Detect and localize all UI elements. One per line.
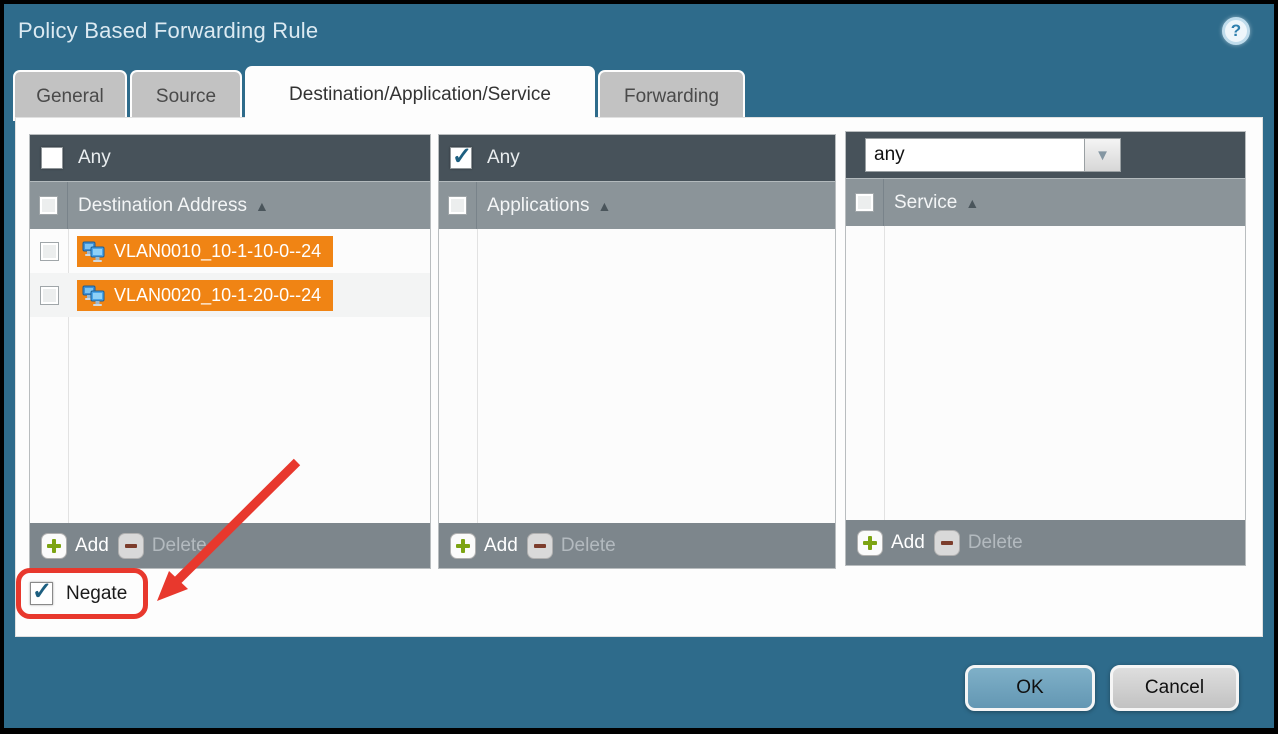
gutter-divider <box>884 226 885 520</box>
gutter-divider <box>477 229 478 523</box>
plus-icon <box>41 533 67 559</box>
negate-checkbox[interactable] <box>30 582 53 605</box>
network-icon <box>82 285 106 306</box>
applications-selectall-checkbox[interactable] <box>448 196 467 215</box>
negate-highlight-annotation: Negate <box>16 568 148 619</box>
service-dropdown[interactable]: any ▼ <box>865 138 1121 172</box>
sort-asc-icon[interactable]: ▲ <box>597 199 611 213</box>
dialog-title: Policy Based Forwarding Rule <box>18 18 318 44</box>
applications-header-row: Applications ▲ <box>439 181 835 229</box>
service-footer: Add Delete <box>846 520 1245 565</box>
tab-destination-application-service[interactable]: Destination/Application/Service <box>245 66 595 121</box>
service-column-header[interactable]: Service <box>894 192 957 214</box>
minus-icon <box>527 533 553 559</box>
help-icon[interactable]: ? <box>1222 17 1250 45</box>
policy-based-forwarding-dialog: Policy Based Forwarding Rule ? General S… <box>4 4 1274 728</box>
applications-list <box>439 229 835 523</box>
destination-list: VLAN0010_10-1-10-0--24 <box>30 229 430 523</box>
applications-any-bar: Any <box>439 135 835 181</box>
destination-address-column: Any Destination Address ▲ <box>29 134 431 569</box>
destination-address-value: VLAN0020_10-1-20-0--24 <box>114 285 321 306</box>
table-row[interactable]: VLAN0020_10-1-20-0--24 <box>30 273 430 317</box>
destination-address-value: VLAN0010_10-1-10-0--24 <box>114 241 321 262</box>
minus-icon <box>934 530 960 556</box>
ok-button[interactable]: OK <box>965 665 1095 711</box>
dropdown-button[interactable]: ▼ <box>1084 138 1121 172</box>
sort-asc-icon[interactable]: ▲ <box>255 199 269 213</box>
applications-any-label: Any <box>487 147 520 169</box>
destination-any-label: Any <box>78 147 111 169</box>
row-checkbox[interactable] <box>40 286 59 305</box>
delete-button[interactable]: Delete <box>934 530 1023 556</box>
delete-button[interactable]: Delete <box>118 533 207 559</box>
plus-icon <box>857 530 883 556</box>
applications-footer: Add Delete <box>439 523 835 568</box>
tab-general[interactable]: General <box>13 70 127 121</box>
service-column: any ▼ Service ▲ <box>845 131 1246 566</box>
sort-asc-icon[interactable]: ▲ <box>965 196 979 210</box>
negate-label: Negate <box>66 583 127 605</box>
destination-footer: Add Delete <box>30 523 430 568</box>
chevron-down-icon: ▼ <box>1095 148 1110 163</box>
destination-column-header[interactable]: Destination Address <box>78 195 247 217</box>
service-dropdown-bar: any ▼ <box>846 132 1245 178</box>
delete-button[interactable]: Delete <box>527 533 616 559</box>
cancel-button[interactable]: Cancel <box>1110 665 1239 711</box>
service-header-row: Service ▲ <box>846 178 1245 226</box>
table-row[interactable]: VLAN0010_10-1-10-0--24 <box>30 229 430 273</box>
add-button[interactable]: Add <box>857 530 925 556</box>
tab-forwarding[interactable]: Forwarding <box>598 70 745 121</box>
service-list <box>846 226 1245 520</box>
applications-any-checkbox[interactable] <box>450 147 472 169</box>
minus-icon <box>118 533 144 559</box>
add-button[interactable]: Add <box>450 533 518 559</box>
destination-any-bar: Any <box>30 135 430 181</box>
applications-column-header[interactable]: Applications <box>487 195 589 217</box>
network-icon <box>82 241 106 262</box>
tab-bar: General Source Destination/Application/S… <box>13 66 745 121</box>
tab-content-panel: Any Destination Address ▲ <box>15 117 1263 637</box>
destination-any-checkbox[interactable] <box>41 147 63 169</box>
row-checkbox[interactable] <box>40 242 59 261</box>
applications-column: Any Applications ▲ Add <box>438 134 836 569</box>
service-selectall-checkbox[interactable] <box>855 193 874 212</box>
tab-source[interactable]: Source <box>130 70 242 121</box>
service-dropdown-value[interactable]: any <box>865 138 1084 172</box>
destination-header-row: Destination Address ▲ <box>30 181 430 229</box>
screenshot-root: Policy Based Forwarding Rule ? General S… <box>0 0 1278 734</box>
plus-icon <box>450 533 476 559</box>
destination-selectall-checkbox[interactable] <box>39 196 58 215</box>
add-button[interactable]: Add <box>41 533 109 559</box>
